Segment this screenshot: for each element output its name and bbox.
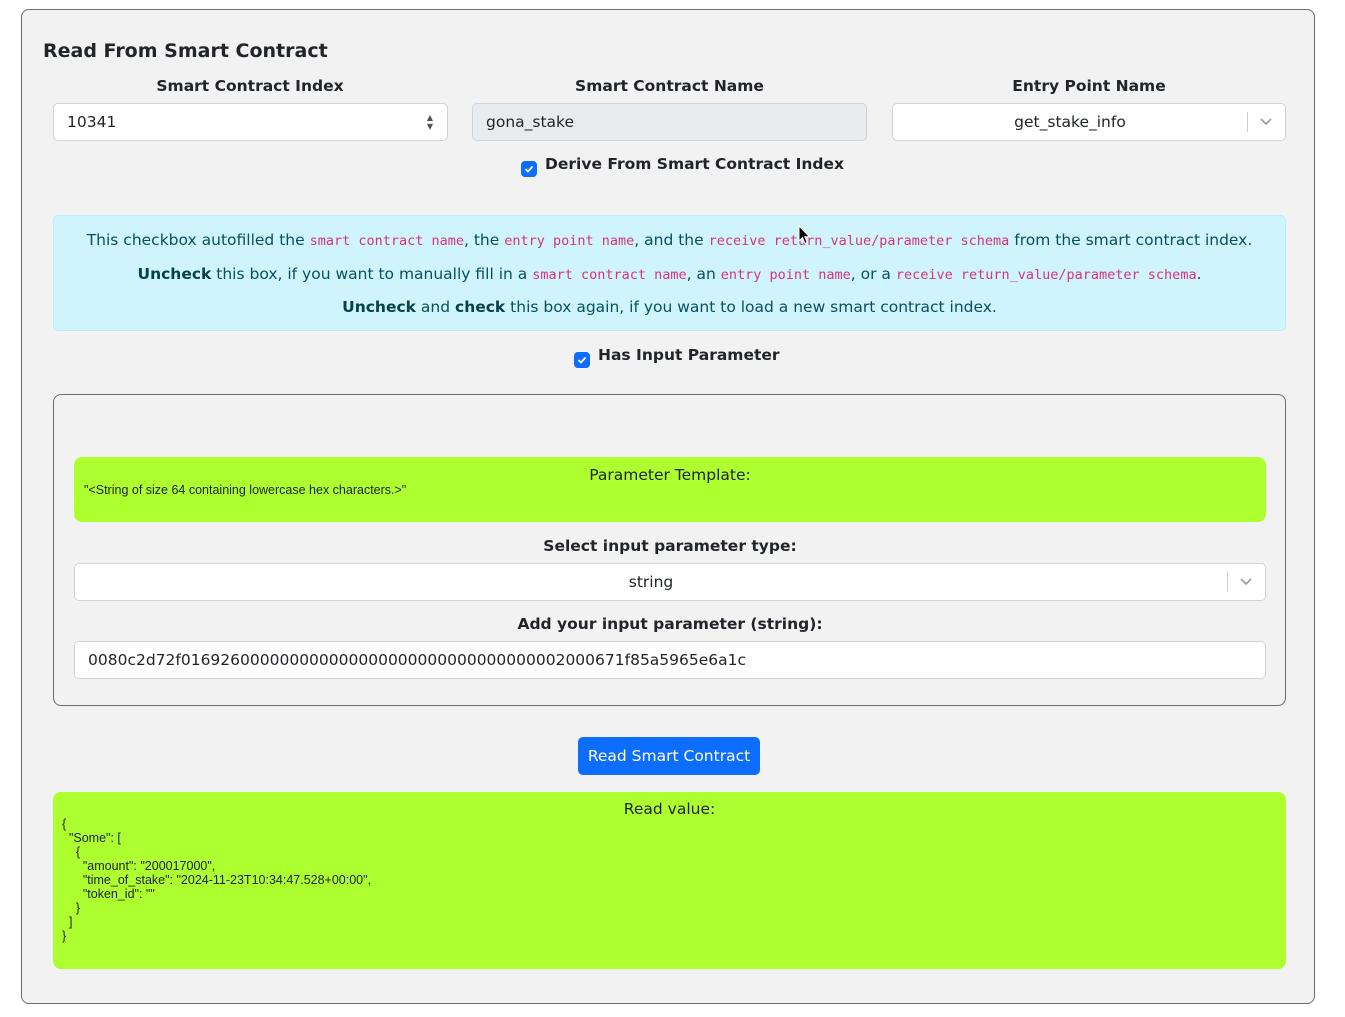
info-line-3: Uncheck and check this box again, if you… bbox=[342, 298, 997, 316]
parameter-input-label: Add your input parameter (string): bbox=[517, 615, 823, 633]
chevron-down-icon[interactable] bbox=[1259, 114, 1273, 128]
parameter-type-value: string bbox=[628, 573, 674, 591]
smart-contract-index-label: Smart Contract Index bbox=[156, 77, 344, 95]
parameter-template-title: Parameter Template: bbox=[589, 466, 751, 484]
chevron-down-icon[interactable] bbox=[1239, 574, 1253, 588]
check-icon bbox=[577, 356, 587, 364]
parameter-template-box: Parameter Template: "<String of size 64 … bbox=[74, 457, 1266, 522]
read-value-box: Read value: { "Some": [ { "amount": "200… bbox=[53, 792, 1286, 969]
info-line-2: Uncheck this box, if you want to manuall… bbox=[137, 265, 1202, 283]
parameter-input-value: 0080c2d72f016926000000000000000000000000… bbox=[88, 651, 747, 669]
smart-contract-name-label: Smart Contract Name bbox=[575, 77, 764, 95]
has-input-parameter-checkbox[interactable] bbox=[574, 352, 590, 368]
derive-checkbox[interactable] bbox=[521, 161, 537, 177]
info-alert: This checkbox autofilled the smart contr… bbox=[53, 215, 1286, 331]
parameter-input[interactable]: 0080c2d72f016926000000000000000000000000… bbox=[74, 641, 1266, 679]
read-smart-contract-card: Read From Smart Contract Smart Contract … bbox=[21, 9, 1315, 1004]
select-separator bbox=[1247, 112, 1248, 132]
number-spinner-icon[interactable]: ▲ ▼ bbox=[425, 113, 435, 131]
read-value-title: Read value: bbox=[623, 800, 716, 818]
entry-point-select[interactable]: get_stake_info bbox=[892, 103, 1286, 141]
info-line-1: This checkbox autofilled the smart contr… bbox=[86, 231, 1253, 249]
smart-contract-name-value: gona_stake bbox=[486, 113, 575, 131]
smart-contract-name-input: gona_stake bbox=[472, 103, 867, 141]
entry-point-name-label: Entry Point Name bbox=[1012, 77, 1166, 95]
has-input-parameter-label: Has Input Parameter bbox=[598, 346, 780, 364]
read-value-json: { "Some": [ { "amount": "200017000", "ti… bbox=[62, 817, 372, 943]
input-parameter-panel: Parameter Template: "<String of size 64 … bbox=[53, 394, 1286, 706]
smart-contract-index-input[interactable]: 10341 ▲ ▼ bbox=[53, 103, 448, 141]
card-title: Read From Smart Contract bbox=[43, 40, 328, 62]
smart-contract-index-value: 10341 bbox=[67, 113, 117, 131]
parameter-type-select[interactable]: string bbox=[74, 563, 1266, 601]
entry-point-value: get_stake_info bbox=[1014, 113, 1126, 131]
select-separator bbox=[1227, 572, 1228, 592]
check-icon bbox=[524, 165, 534, 173]
parameter-template-value: "<String of size 64 containing lowercase… bbox=[84, 483, 407, 497]
mouse-cursor-icon bbox=[798, 225, 811, 245]
derive-checkbox-label: Derive From Smart Contract Index bbox=[545, 155, 844, 173]
read-smart-contract-button[interactable]: Read Smart Contract bbox=[578, 737, 760, 775]
parameter-type-label: Select input parameter type: bbox=[543, 537, 797, 555]
